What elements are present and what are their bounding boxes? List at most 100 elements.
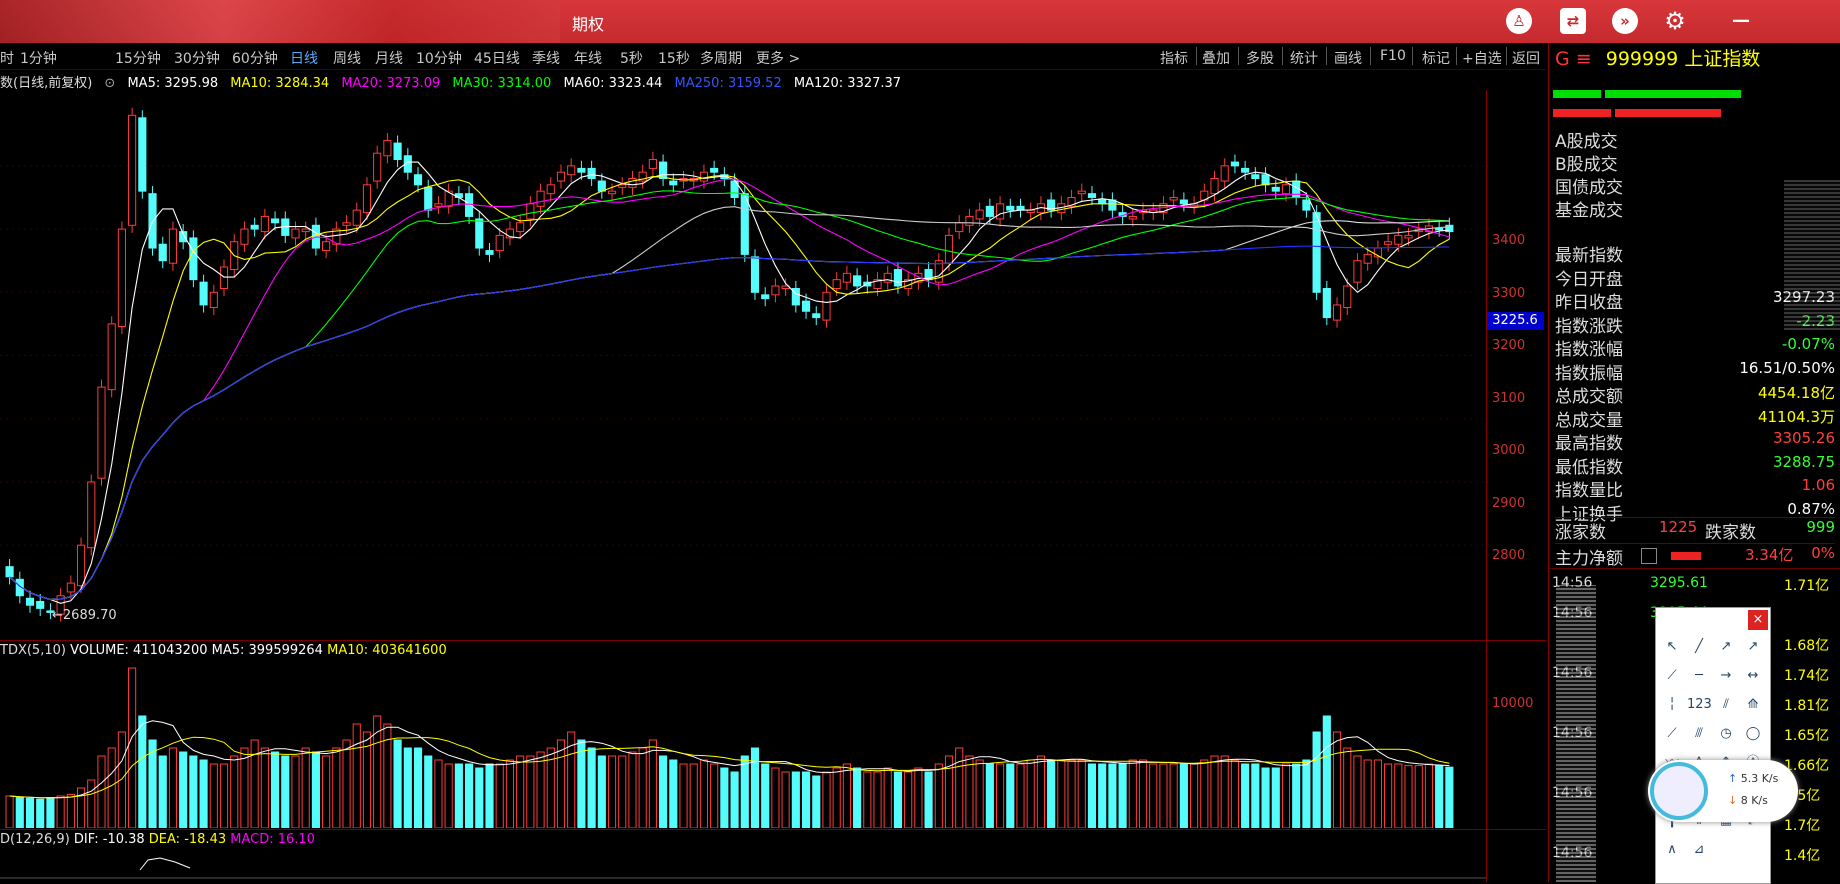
candle bbox=[128, 114, 137, 226]
volume-bar bbox=[924, 771, 933, 828]
chevron-circle-icon[interactable]: » bbox=[1612, 8, 1638, 34]
tf-5sec[interactable]: 5秒 bbox=[620, 48, 643, 68]
candle bbox=[1108, 199, 1117, 211]
tf-monthly[interactable]: 月线 bbox=[375, 48, 403, 68]
expand-icon[interactable]: ⊙ bbox=[104, 76, 115, 91]
circle-icon[interactable]: ◯ bbox=[1741, 723, 1765, 745]
turnover-fund-label: 基金成交 bbox=[1555, 201, 1623, 221]
tf-10min[interactable]: 10分钟 bbox=[416, 48, 462, 68]
tf-15sec[interactable]: 15秒 bbox=[658, 48, 690, 68]
parallel-icon[interactable]: ⫽ bbox=[1714, 694, 1738, 716]
candle bbox=[209, 291, 218, 308]
measure-icon[interactable]: ⊿ bbox=[1687, 839, 1711, 861]
tool-multistock[interactable]: 多股 bbox=[1246, 48, 1274, 68]
tool-draw[interactable]: 画线 bbox=[1334, 48, 1362, 68]
chevron-up-icon[interactable]: ∧ bbox=[1660, 839, 1684, 861]
tf-quarterly[interactable]: 季线 bbox=[532, 48, 560, 68]
hline-icon[interactable]: ─ bbox=[1687, 665, 1711, 687]
turnover-bond-label: 国债成交 bbox=[1555, 178, 1623, 198]
gear-icon[interactable]: ⚙ bbox=[1662, 8, 1688, 34]
tool-mark[interactable]: 标记 bbox=[1422, 48, 1450, 68]
tf-weekly[interactable]: 周线 bbox=[333, 48, 361, 68]
tool-sep bbox=[1238, 47, 1239, 65]
volume-bar bbox=[526, 755, 535, 828]
hsegment-icon[interactable]: ↔ bbox=[1741, 665, 1765, 687]
cursor-icon[interactable]: ↖ bbox=[1660, 636, 1684, 658]
volume-bar bbox=[393, 739, 402, 828]
switch-icon[interactable]: ⇄ bbox=[1560, 8, 1586, 34]
tool-back[interactable]: 返回 bbox=[1512, 48, 1540, 68]
line-icon[interactable]: ╱ bbox=[1687, 636, 1711, 658]
tf-15min[interactable]: 15分钟 bbox=[115, 48, 161, 68]
volume-bar bbox=[893, 771, 903, 828]
candle bbox=[1241, 167, 1250, 173]
channel-icon[interactable]: ⟰ bbox=[1741, 694, 1765, 716]
volume-bar bbox=[1332, 731, 1342, 828]
tool-sep bbox=[1456, 47, 1457, 65]
tool-f10[interactable]: F10 bbox=[1380, 48, 1406, 64]
segment-icon[interactable]: ⟋ bbox=[1660, 665, 1684, 687]
tick-list-blur bbox=[1556, 585, 1596, 882]
volume-bar bbox=[1087, 763, 1097, 828]
tf-multi[interactable]: 多周期 bbox=[700, 48, 742, 68]
volume-bar bbox=[883, 767, 892, 828]
candlestick-chart[interactable] bbox=[0, 90, 1486, 640]
volume-bar bbox=[1302, 759, 1311, 828]
candle bbox=[342, 222, 351, 226]
candle bbox=[577, 167, 586, 173]
clock-icon[interactable]: ◷ bbox=[1714, 723, 1738, 745]
macd-chart[interactable] bbox=[0, 850, 1486, 882]
ma250-line bbox=[9, 245, 1450, 601]
tf-1min[interactable]: 1分钟 bbox=[20, 48, 57, 68]
tool-add-watchlist[interactable]: +自选 bbox=[1462, 48, 1502, 68]
volume-bar bbox=[1108, 763, 1117, 828]
mainforce-pct: 0% bbox=[1811, 544, 1835, 562]
tf-more[interactable]: 更多 > bbox=[756, 48, 800, 68]
trend-icon[interactable]: ⟋ bbox=[1660, 723, 1684, 745]
tf-30min[interactable]: 30分钟 bbox=[174, 48, 220, 68]
candle bbox=[995, 203, 1005, 220]
decline-bar bbox=[1615, 109, 1721, 117]
candle bbox=[1179, 199, 1188, 205]
volume-bar bbox=[842, 763, 851, 828]
download-arrow-icon: ↓ bbox=[1728, 794, 1738, 807]
volume-bar bbox=[15, 797, 24, 828]
arrow-icon[interactable]: ↗ bbox=[1741, 636, 1765, 658]
tf-yearly[interactable]: 年线 bbox=[574, 48, 602, 68]
tool-overlay[interactable]: 叠加 bbox=[1202, 48, 1230, 68]
volume-chart[interactable] bbox=[0, 660, 1486, 828]
upload-arrow-icon: ↑ bbox=[1728, 772, 1738, 785]
quote-title: G ≡ 999999 上证指数 bbox=[1549, 43, 1840, 75]
tf-45day[interactable]: 45日线 bbox=[474, 48, 520, 68]
number-icon[interactable]: 123 bbox=[1687, 694, 1712, 716]
vline-icon[interactable]: ╎ bbox=[1660, 694, 1684, 716]
tf-daily[interactable]: 日线 bbox=[290, 48, 318, 68]
candle bbox=[66, 582, 75, 593]
volume-bar bbox=[975, 759, 984, 828]
candle bbox=[168, 228, 178, 264]
stat-label: 昨日收盘 bbox=[1555, 293, 1623, 313]
network-speed-widget[interactable]: ↑ 5.3 K/s ↓ 8 K/s bbox=[1648, 760, 1798, 822]
tf-60min[interactable]: 60分钟 bbox=[232, 48, 278, 68]
volume-bar bbox=[761, 763, 770, 828]
shirt-icon[interactable]: ♙ bbox=[1506, 8, 1532, 34]
mainforce-label: 主力净额 bbox=[1555, 549, 1623, 569]
ray-icon[interactable]: ↗ bbox=[1714, 636, 1738, 658]
volume-bar bbox=[628, 751, 637, 828]
volume-bar bbox=[342, 739, 351, 828]
volume-bar bbox=[904, 771, 913, 828]
fib-icon[interactable]: ⫻ bbox=[1687, 723, 1711, 745]
mainforce-icon[interactable] bbox=[1641, 548, 1657, 564]
divider bbox=[1549, 568, 1840, 569]
candle bbox=[536, 190, 545, 207]
candle bbox=[1016, 205, 1025, 211]
hray-icon[interactable]: → bbox=[1714, 665, 1738, 687]
close-icon[interactable]: × bbox=[1748, 610, 1768, 630]
volume-bar bbox=[597, 755, 606, 828]
volume-bar bbox=[801, 771, 811, 828]
candle bbox=[1384, 241, 1393, 245]
minimize-icon[interactable]: — bbox=[1728, 8, 1754, 34]
tool-indicator[interactable]: 指标 bbox=[1160, 48, 1188, 68]
tool-stats[interactable]: 统计 bbox=[1290, 48, 1318, 68]
tf-partial[interactable]: 时 bbox=[0, 48, 14, 68]
